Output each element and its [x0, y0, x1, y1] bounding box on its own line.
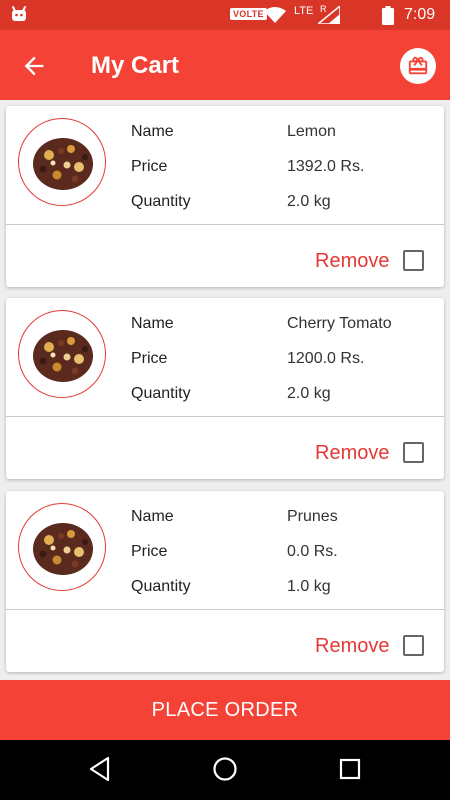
cart-list[interactable]: Name Lemon Price 1392.0 Rs. Quantity 2.0…: [0, 100, 450, 680]
product-image: [18, 310, 106, 398]
item-price: 1200.0 Rs.: [287, 350, 365, 367]
item-name: Lemon: [287, 123, 336, 140]
android-icon: [11, 6, 27, 21]
status-bar: VOLTE LTE R 7:09: [0, 0, 450, 30]
name-label: Name: [131, 123, 174, 140]
cart-item: Name Cherry Tomato Price 1200.0 Rs. Quan…: [6, 298, 444, 479]
arrow-back-icon[interactable]: [20, 52, 48, 80]
remove-button[interactable]: Remove: [315, 442, 389, 465]
item-quantity: 2.0 kg: [287, 193, 331, 210]
item-name: Cherry Tomato: [287, 315, 392, 332]
divider: [6, 609, 444, 610]
gift-button[interactable]: [400, 48, 436, 84]
item-price: 0.0 Rs.: [287, 543, 338, 560]
roaming-indicator: R: [320, 4, 327, 14]
product-image: [18, 503, 106, 591]
name-label: Name: [131, 315, 174, 332]
quantity-label: Quantity: [131, 385, 191, 402]
price-label: Price: [131, 158, 168, 175]
select-checkbox[interactable]: [403, 635, 424, 656]
product-image: [18, 118, 106, 206]
price-label: Price: [131, 543, 168, 560]
item-price: 1392.0 Rs.: [287, 158, 365, 175]
item-quantity: 2.0 kg: [287, 385, 331, 402]
cart-item: Name Lemon Price 1392.0 Rs. Quantity 2.0…: [6, 106, 444, 287]
remove-button[interactable]: Remove: [315, 250, 389, 273]
cart-item: Name Prunes Price 0.0 Rs. Quantity 1.0 k…: [6, 491, 444, 672]
navigation-bar: [0, 740, 450, 800]
divider: [6, 416, 444, 417]
select-checkbox[interactable]: [403, 250, 424, 271]
name-label: Name: [131, 508, 174, 525]
clock: 7:09: [404, 6, 436, 23]
volte-badge: VOLTE: [230, 8, 267, 20]
app-bar: My Cart: [0, 30, 450, 100]
page-title: My Cart: [91, 52, 180, 79]
select-checkbox[interactable]: [403, 442, 424, 463]
remove-button[interactable]: Remove: [315, 635, 389, 658]
price-label: Price: [131, 350, 168, 367]
gift-icon: [408, 56, 428, 75]
network-type: LTE: [294, 5, 314, 17]
battery-icon: [382, 6, 394, 25]
quantity-label: Quantity: [131, 578, 191, 595]
item-name: Prunes: [287, 508, 338, 525]
item-quantity: 1.0 kg: [287, 578, 331, 595]
place-order-button[interactable]: PLACE ORDER: [0, 680, 450, 740]
back-nav-icon[interactable]: [88, 756, 112, 782]
wifi-icon: [264, 7, 286, 23]
divider: [6, 224, 444, 225]
home-nav-icon[interactable]: [212, 756, 238, 782]
recents-nav-icon[interactable]: [338, 756, 362, 782]
quantity-label: Quantity: [131, 193, 191, 210]
